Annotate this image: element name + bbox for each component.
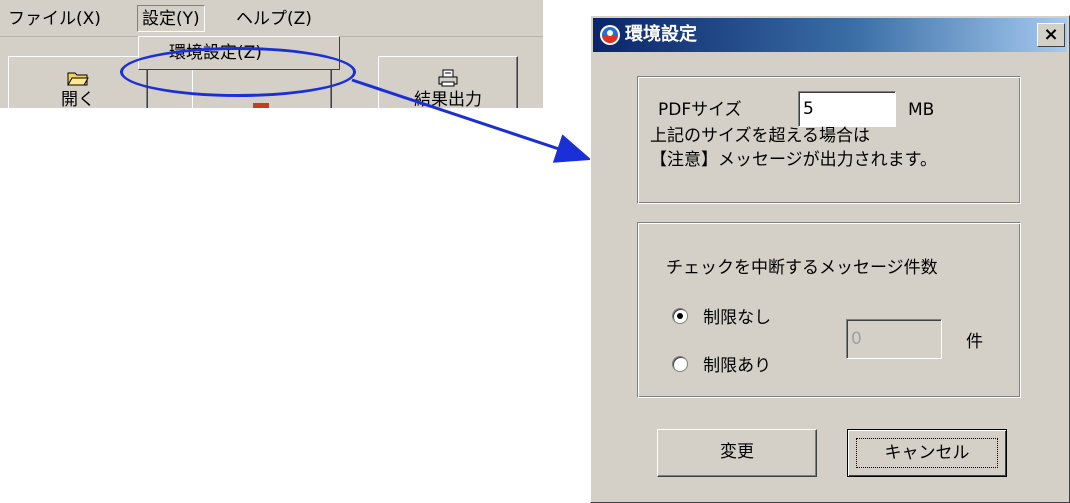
pdf-size-note-line2: 【注意】メッセージが出力されます。: [650, 150, 937, 170]
radio-unlimited-option[interactable]: 制限なし: [672, 303, 771, 328]
cancel-button-label: キャンセル: [884, 443, 970, 463]
toolbar-middle-icon: [253, 103, 269, 108]
pdf-size-unit: MB: [908, 100, 935, 120]
pdf-size-group: PDFサイズ MB 上記のサイズを超える場合は 【注意】メッセージが出力されます…: [637, 76, 1021, 204]
folder-open-icon: [67, 72, 89, 86]
close-icon: ×: [1043, 24, 1059, 45]
message-limit-group: チェックを中断するメッセージ件数 制限なし 制限あり 件: [637, 222, 1021, 398]
limit-count-unit: 件: [966, 332, 983, 352]
limit-count-input[interactable]: [846, 319, 942, 359]
dialog-titlebar: 環境設定 ×: [593, 18, 1067, 52]
menu-file[interactable]: ファイル(X): [8, 8, 101, 30]
cancel-button-focus-ring: キャンセル: [856, 438, 998, 468]
pdf-size-note-line1: 上記のサイズを超える場合は: [650, 126, 870, 146]
radio-limited[interactable]: [672, 355, 688, 372]
environment-settings-dialog: 環境設定 × PDFサイズ MB 上記のサイズを超える場合は 【注意】メッセージ…: [590, 15, 1070, 503]
menu-help[interactable]: ヘルプ(Z): [236, 8, 312, 30]
change-button[interactable]: 変更: [657, 429, 817, 477]
printer-icon: [438, 69, 458, 87]
dialog-title: 環境設定: [625, 24, 697, 45]
message-limit-title: チェックを中断するメッセージ件数: [666, 258, 938, 278]
radio-limited-label: 制限あり: [703, 356, 772, 376]
pdf-size-input[interactable]: [798, 91, 896, 127]
close-button[interactable]: ×: [1037, 23, 1065, 47]
radio-unlimited[interactable]: [672, 307, 688, 324]
app-icon: [600, 25, 620, 45]
radio-limited-option[interactable]: 制限あり: [672, 351, 771, 376]
open-button-label: 開く: [61, 90, 95, 108]
print-button-label: 結果出力: [414, 90, 482, 108]
cancel-button[interactable]: キャンセル: [847, 429, 1007, 477]
pdf-size-label: PDFサイズ: [658, 100, 742, 120]
radio-unlimited-label: 制限なし: [703, 308, 772, 328]
highlight-ellipse: [120, 47, 356, 97]
menubar: ファイル(X) 設定(Y) ヘルプ(Z): [0, 0, 543, 37]
change-button-label: 変更: [720, 442, 754, 462]
menu-settings[interactable]: 設定(Y): [137, 5, 205, 32]
print-button[interactable]: 結果出力: [378, 56, 518, 108]
